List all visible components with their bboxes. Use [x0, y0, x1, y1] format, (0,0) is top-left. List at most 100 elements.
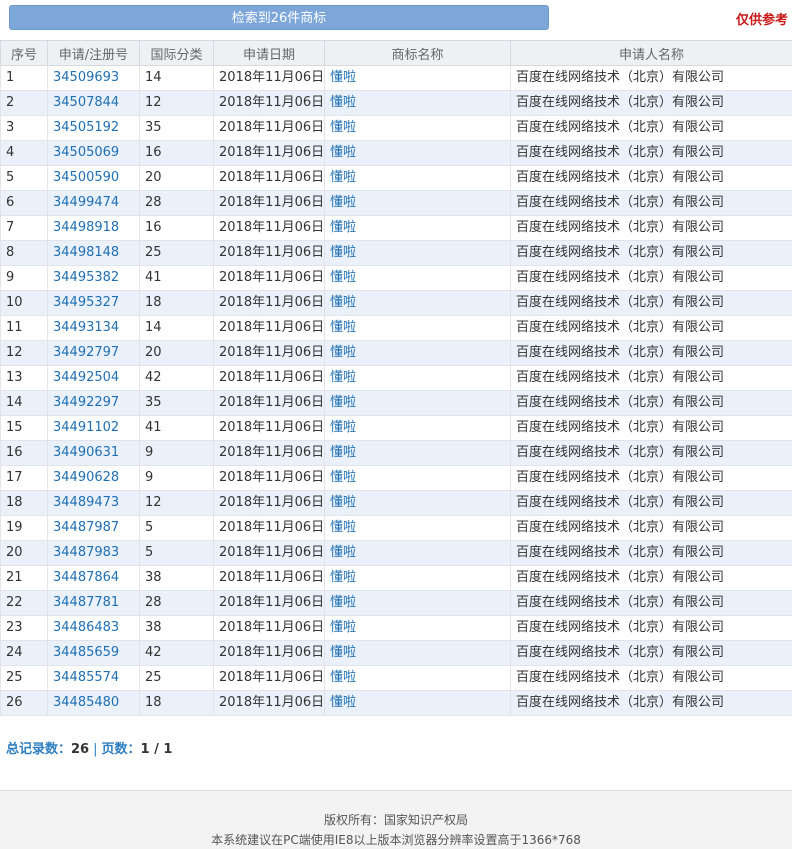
table-row: 2234487781282018年11月06日懂啦百度在线网络技术（北京）有限公… [1, 591, 792, 616]
registration-number-link[interactable]: 34487781 [53, 595, 119, 610]
table-cell-name: 懂啦 [325, 266, 511, 291]
registration-number-link[interactable]: 34498918 [53, 220, 119, 235]
row-number: 17 [6, 470, 23, 485]
trademark-name-link[interactable]: 懂啦 [330, 145, 356, 160]
row-number: 23 [6, 620, 23, 635]
trademark-name-link[interactable]: 懂啦 [330, 270, 356, 285]
applicant-name: 百度在线网络技术（北京）有限公司 [516, 470, 724, 485]
summary-separator: | [89, 742, 101, 757]
registration-number-link[interactable]: 34499474 [53, 195, 119, 210]
trademark-name-link[interactable]: 懂啦 [330, 170, 356, 185]
table-cell-applicant: 百度在线网络技术（北京）有限公司 [511, 316, 792, 341]
registration-number-link[interactable]: 34491102 [53, 420, 119, 435]
trademark-name-link[interactable]: 懂啦 [330, 120, 356, 135]
trademark-name-link[interactable]: 懂啦 [330, 245, 356, 260]
table-row: 2334486483382018年11月06日懂啦百度在线网络技术（北京）有限公… [1, 616, 792, 641]
registration-number-link[interactable]: 34492297 [53, 395, 119, 410]
trademark-name-link[interactable]: 懂啦 [330, 70, 356, 85]
international-class: 41 [145, 270, 162, 285]
trademark-name-link[interactable]: 懂啦 [330, 345, 356, 360]
table-cell-reg: 34485480 [48, 691, 140, 716]
table-cell-reg: 34489473 [48, 491, 140, 516]
table-cell-no: 17 [1, 466, 48, 491]
trademark-name-link[interactable]: 懂啦 [330, 545, 356, 560]
registration-number-link[interactable]: 34485659 [53, 645, 119, 660]
trademark-name-link[interactable]: 懂啦 [330, 520, 356, 535]
trademark-name-link[interactable]: 懂啦 [330, 195, 356, 210]
registration-number-link[interactable]: 34495382 [53, 270, 119, 285]
application-date: 2018年11月06日 [219, 70, 324, 85]
registration-number-link[interactable]: 34485480 [53, 695, 119, 710]
international-class: 20 [145, 170, 162, 185]
table-cell-reg: 34486483 [48, 616, 140, 641]
registration-number-link[interactable]: 34492797 [53, 345, 119, 360]
trademark-name-link[interactable]: 懂啦 [330, 570, 356, 585]
trademark-name-link[interactable]: 懂啦 [330, 620, 356, 635]
table-row: 2634485480182018年11月06日懂啦百度在线网络技术（北京）有限公… [1, 691, 792, 716]
row-number: 22 [6, 595, 23, 610]
trademark-name-link[interactable]: 懂啦 [330, 370, 356, 385]
trademark-name-link[interactable]: 懂啦 [330, 695, 356, 710]
total-records-value: 26 [71, 742, 89, 757]
table-row: 1434492297352018年11月06日懂啦百度在线网络技术（北京）有限公… [1, 391, 792, 416]
table-cell-reg: 34499474 [48, 191, 140, 216]
row-number: 21 [6, 570, 23, 585]
page-count-label: 页数： [102, 742, 141, 757]
trademark-name-link[interactable]: 懂啦 [330, 445, 356, 460]
applicant-name: 百度在线网络技术（北京）有限公司 [516, 445, 724, 460]
table-cell-no: 14 [1, 391, 48, 416]
registration-number-link[interactable]: 34487987 [53, 520, 119, 535]
registration-number-link[interactable]: 34486483 [53, 620, 119, 635]
registration-number-link[interactable]: 34495327 [53, 295, 119, 310]
trademark-name-link[interactable]: 懂啦 [330, 220, 356, 235]
registration-number-link[interactable]: 34500590 [53, 170, 119, 185]
applicant-name: 百度在线网络技术（北京）有限公司 [516, 220, 724, 235]
table-cell-cls: 25 [140, 666, 214, 691]
application-date: 2018年11月06日 [219, 270, 324, 285]
trademark-name-link[interactable]: 懂啦 [330, 95, 356, 110]
trademark-name-link[interactable]: 懂啦 [330, 645, 356, 660]
registration-number-link[interactable]: 34490628 [53, 470, 119, 485]
table-cell-applicant: 百度在线网络技术（北京）有限公司 [511, 266, 792, 291]
registration-number-link[interactable]: 34487864 [53, 570, 119, 585]
table-cell-reg: 34495327 [48, 291, 140, 316]
table-cell-date: 2018年11月06日 [214, 291, 325, 316]
trademark-name-link[interactable]: 懂啦 [330, 670, 356, 685]
registration-number-link[interactable]: 34505192 [53, 120, 119, 135]
registration-number-link[interactable]: 34505069 [53, 145, 119, 160]
trademark-name-link[interactable]: 懂啦 [330, 295, 356, 310]
table-cell-applicant: 百度在线网络技术（北京）有限公司 [511, 191, 792, 216]
table-cell-name: 懂啦 [325, 466, 511, 491]
table-cell-date: 2018年11月06日 [214, 216, 325, 241]
table-cell-date: 2018年11月06日 [214, 391, 325, 416]
international-class: 35 [145, 395, 162, 410]
table-cell-date: 2018年11月06日 [214, 566, 325, 591]
trademark-name-link[interactable]: 懂啦 [330, 495, 356, 510]
registration-number-link[interactable]: 34493134 [53, 320, 119, 335]
table-cell-cls: 16 [140, 141, 214, 166]
table-cell-cls: 12 [140, 91, 214, 116]
registration-number-link[interactable]: 34507844 [53, 95, 119, 110]
table-cell-reg: 34485574 [48, 666, 140, 691]
table-cell-cls: 42 [140, 366, 214, 391]
registration-number-link[interactable]: 34490631 [53, 445, 119, 460]
column-header-no: 序号 [1, 41, 48, 66]
registration-number-link[interactable]: 34492504 [53, 370, 119, 385]
trademark-name-link[interactable]: 懂啦 [330, 595, 356, 610]
trademark-name-link[interactable]: 懂啦 [330, 320, 356, 335]
applicant-name: 百度在线网络技术（北京）有限公司 [516, 545, 724, 560]
trademark-name-link[interactable]: 懂啦 [330, 470, 356, 485]
application-date: 2018年11月06日 [219, 595, 324, 610]
trademark-name-link[interactable]: 懂啦 [330, 420, 356, 435]
registration-number-link[interactable]: 34498148 [53, 245, 119, 260]
table-cell-date: 2018年11月06日 [214, 416, 325, 441]
row-number: 25 [6, 670, 23, 685]
registration-number-link[interactable]: 34487983 [53, 545, 119, 560]
table-cell-date: 2018年11月06日 [214, 91, 325, 116]
trademark-name-link[interactable]: 懂啦 [330, 395, 356, 410]
registration-number-link[interactable]: 34485574 [53, 670, 119, 685]
row-number: 12 [6, 345, 23, 360]
row-number: 13 [6, 370, 23, 385]
registration-number-link[interactable]: 34509693 [53, 70, 119, 85]
registration-number-link[interactable]: 34489473 [53, 495, 119, 510]
